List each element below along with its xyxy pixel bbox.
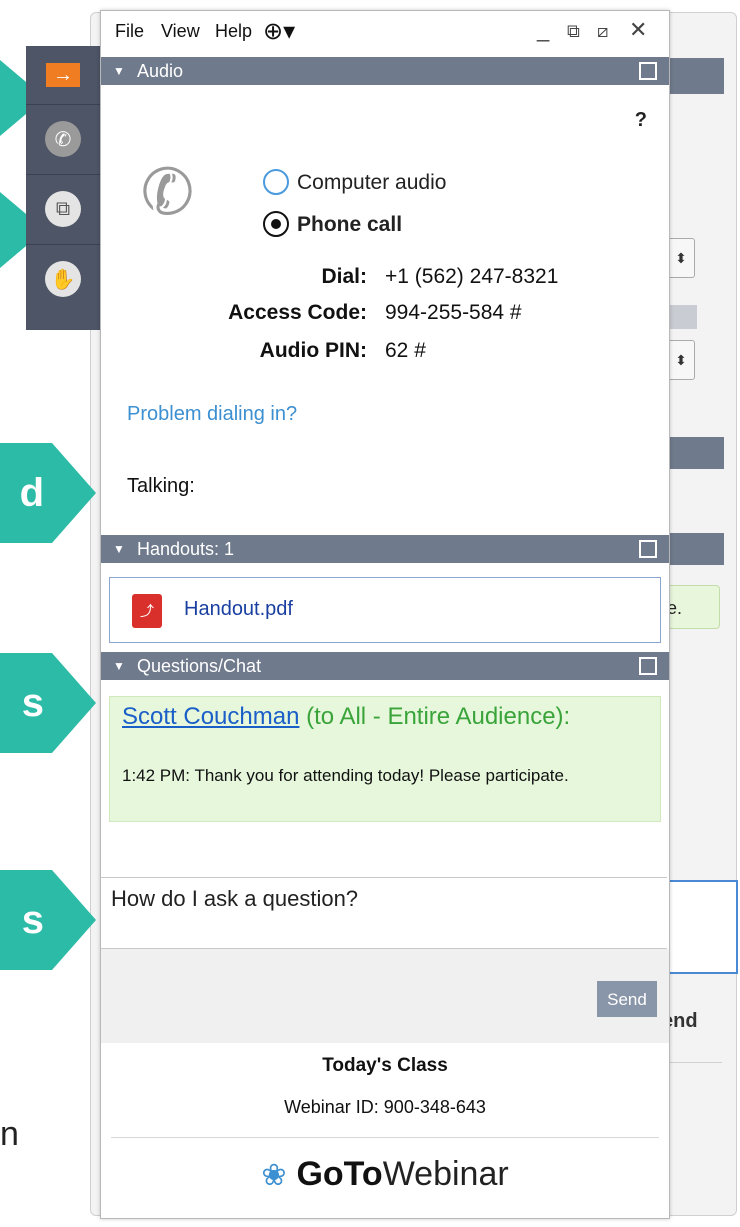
audio-header[interactable]: ▼ Audio (101, 57, 669, 85)
dial-value: +1 (562) 247-8321 (385, 265, 559, 288)
background-divider (662, 1062, 722, 1063)
popout-icon[interactable]: ⧄ (597, 21, 608, 42)
chat-log: Scott Couchman (to All - Entire Audience… (101, 692, 669, 878)
class-title: Today's Class (322, 1055, 448, 1076)
popout-section-icon[interactable] (639, 540, 657, 558)
chat-title: Questions/Chat (137, 656, 262, 676)
restore-icon[interactable]: ⧉ (567, 21, 580, 42)
webinar-footer: Today's Class Webinar ID: 900-348-643 ❀ G… (101, 1043, 669, 1218)
menu-bar: File View Help ⊕▾ _ ⧉ ⧄ ✕ (101, 11, 669, 57)
popout-section-icon[interactable] (639, 657, 657, 675)
toolbar-collapse-button[interactable]: → (26, 46, 100, 105)
phone-handset-icon: ✆ (135, 151, 201, 233)
talking-label: Talking: (127, 475, 195, 497)
toolbar-screen-button[interactable]: ⧉ (26, 174, 100, 245)
menu-file[interactable]: File (115, 21, 144, 42)
send-button[interactable]: Send (597, 981, 657, 1017)
background-gray-block (667, 305, 697, 329)
radio-phone-call[interactable] (263, 211, 289, 237)
close-icon[interactable]: ✕ (629, 17, 647, 43)
question-toolbar: Send (101, 949, 669, 1043)
collapse-triangle-icon: ▼ (113, 659, 125, 673)
footer-divider (111, 1137, 659, 1138)
background-spinner: ⬍ (667, 238, 695, 278)
background-spinner-2: ⬍ (667, 340, 695, 380)
callout-questions: s (0, 653, 96, 753)
menu-view[interactable]: View (161, 21, 200, 42)
collapse-triangle-icon: ▼ (113, 542, 125, 556)
handouts-title: Handouts: 1 (137, 539, 235, 559)
recipient-text: (to All - Entire Audience): (299, 703, 571, 730)
toolbar-raise-hand-button[interactable]: ✋ (26, 244, 100, 314)
flower-logo-icon: ❀ (261, 1159, 287, 1192)
dial-label: Dial: (321, 265, 367, 288)
chat-message: Scott Couchman (to All - Entire Audience… (109, 696, 661, 822)
computer-audio-label[interactable]: Computer audio (297, 171, 446, 195)
question-input[interactable]: How do I ask a question? (101, 877, 667, 949)
chat-header[interactable]: ▼ Questions/Chat (101, 652, 669, 680)
phone-icon: ✆ (45, 121, 81, 157)
collapse-triangle-icon: ▼ (113, 64, 125, 78)
brand-bold: GoTo (296, 1155, 383, 1193)
screens-icon: ⧉ (45, 191, 81, 227)
callout-input: s (0, 870, 96, 970)
problem-dialing-link[interactable]: Problem dialing in? (127, 403, 297, 426)
radio-computer-audio[interactable] (263, 169, 289, 195)
side-toolbar: → ✆ ⧉ ✋ (26, 46, 100, 330)
background-input (660, 880, 738, 974)
chat-sender-line: Scott Couchman (to All - Entire Audience… (122, 703, 642, 731)
access-code-label: Access Code: (228, 301, 367, 324)
handout-file-link[interactable]: Handout.pdf (184, 598, 293, 621)
access-code-value: 994-255-584 # (385, 301, 522, 324)
callout-audio: d (0, 443, 96, 543)
audio-help-button[interactable]: ? (635, 109, 647, 132)
partial-text: n (0, 1115, 19, 1153)
webinar-id: Webinar ID: 900-348-643 (284, 1097, 486, 1117)
audio-pin-value: 62 # (385, 339, 426, 362)
chat-message-text: 1:42 PM: Thank you for attending today! … (122, 766, 569, 785)
minimize-icon[interactable]: _ (537, 17, 549, 43)
pdf-icon: ⤴ (132, 594, 162, 628)
sender-link[interactable]: Scott Couchman (122, 703, 299, 730)
arrow-right-icon: → (46, 63, 80, 87)
hand-icon: ✋ (45, 261, 81, 297)
audio-title: Audio (137, 61, 184, 81)
globe-icon[interactable]: ⊕▾ (263, 17, 295, 46)
popout-section-icon[interactable] (639, 62, 657, 80)
handouts-header[interactable]: ▼ Handouts: 1 (101, 535, 669, 563)
audio-body: ? ✆ Computer audio Phone call Dial: +1 (… (101, 85, 669, 531)
gotowebinar-logo: ❀ GoToWebinar (101, 1155, 669, 1194)
phone-call-label[interactable]: Phone call (297, 213, 402, 237)
toolbar-audio-button[interactable]: ✆ (26, 104, 100, 175)
control-panel: File View Help ⊕▾ _ ⧉ ⧄ ✕ ▼ Audio ? ✆ Co… (100, 10, 670, 1219)
brand-regular: Webinar (382, 1155, 509, 1193)
menu-help[interactable]: Help (215, 21, 252, 42)
audio-pin-label: Audio PIN: (259, 339, 367, 362)
handout-list: ⤴ Handout.pdf (109, 577, 661, 643)
